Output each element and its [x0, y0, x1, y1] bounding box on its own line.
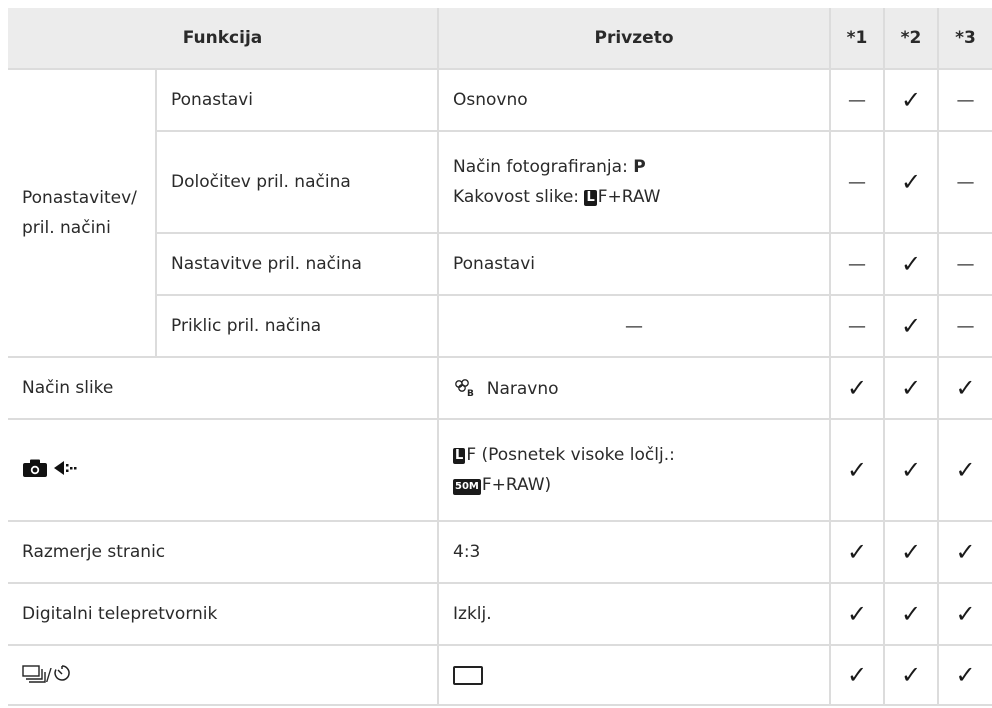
col3-mark: ✓ [937, 356, 992, 420]
col1-mark: ✓ [829, 356, 886, 420]
header-function: Funkcija [8, 8, 440, 70]
settings-table: Funkcija Privzeto *1 *2 *3 Ponastavitev/… [8, 8, 992, 706]
row-name: Razmerje stranic [8, 520, 440, 584]
row-default: LF (Posnetek visoke ločlj.: 50M F+RAW) [437, 418, 832, 522]
sequential-shooting-icon [22, 663, 46, 688]
header-default: Privzeto [437, 8, 832, 70]
group-label: Ponastavitev/ pril. načini [8, 68, 157, 358]
col3-mark: — [937, 294, 992, 358]
header-col3: *3 [937, 8, 992, 70]
col1-mark: ✓ [829, 520, 886, 584]
row-default: Način fotografiranja: P Kakovost slike: … [437, 130, 832, 234]
camera-icon [22, 458, 48, 483]
col3-mark: ✓ [937, 418, 992, 522]
row-default: — [437, 294, 832, 358]
high-res-50m-icon: 50M [453, 479, 481, 495]
table-row: Način slike B Naravno ✓ ✓ ✓ [8, 356, 992, 420]
col1-mark: — [829, 68, 886, 132]
row-name: Ponastavi [154, 68, 440, 132]
picture-mode-natural-icon: B [453, 378, 481, 399]
self-timer-icon [52, 663, 72, 688]
header-row: Funkcija Privzeto *1 *2 *3 [8, 8, 992, 70]
header-col2: *2 [883, 8, 940, 70]
svg-text:B: B [467, 389, 474, 397]
single-frame-icon [453, 665, 484, 685]
table-row: Določitev pril. načina Način fotografira… [8, 130, 992, 234]
row-default [437, 644, 832, 706]
row-default: Izklj. [437, 582, 832, 646]
row-name: Način slike [8, 356, 440, 420]
col2-mark: ✓ [883, 582, 940, 646]
col2-mark: ✓ [883, 520, 940, 584]
col3-mark: ✓ [937, 520, 992, 584]
col1-mark: — [829, 130, 886, 234]
table-row: Nastavitve pril. načina Ponastavi — ✓ — [8, 232, 992, 296]
col1-mark: ✓ [829, 582, 886, 646]
table-row: / ✓ ✓ ✓ [8, 644, 992, 706]
image-quality-icon [53, 458, 77, 483]
col1-mark: — [829, 232, 886, 296]
table-row: Ponastavitev/ pril. načini Ponastavi Osn… [8, 68, 992, 358]
col2-mark: ✓ [883, 68, 940, 132]
row-name: Digitalni telepretvornik [8, 582, 440, 646]
row-name: Priklic pril. načina [156, 294, 440, 358]
table-row: Razmerje stranic 4:3 ✓ ✓ ✓ [8, 520, 992, 584]
col2-mark: ✓ [883, 644, 940, 706]
p-mode-value: P [633, 157, 646, 177]
col3-mark: — [937, 68, 992, 132]
col1-mark: — [829, 294, 886, 358]
col2-mark: ✓ [883, 232, 940, 296]
table-row: Digitalni telepretvornik Izklj. ✓ ✓ ✓ [8, 582, 992, 646]
col1-mark: ✓ [829, 418, 886, 522]
col3-mark: ✓ [937, 582, 992, 646]
row-name: / [8, 644, 440, 706]
row-name [8, 418, 440, 522]
col3-mark: ✓ [937, 644, 992, 706]
row-default: B Naravno [437, 356, 832, 420]
col2-mark: ✓ [883, 294, 940, 358]
quality-l-icon: L [584, 190, 597, 206]
table-row: Priklic pril. načina — — ✓ — [8, 294, 992, 358]
quality-l-icon: L [453, 448, 466, 464]
row-name: Določitev pril. načina [156, 130, 440, 234]
col2-mark: ✓ [883, 130, 940, 234]
row-name: Nastavitve pril. načina [156, 232, 440, 296]
col1-mark: ✓ [829, 644, 886, 706]
col2-mark: ✓ [883, 418, 940, 522]
row-default: Osnovno [437, 68, 832, 132]
col2-mark: ✓ [883, 356, 940, 420]
row-default: 4:3 [437, 520, 832, 584]
header-col1: *1 [829, 8, 886, 70]
table-row: LF (Posnetek visoke ločlj.: 50M F+RAW) ✓ … [8, 418, 992, 522]
col3-mark: — [937, 232, 992, 296]
col3-mark: — [937, 130, 992, 234]
row-default: Ponastavi [437, 232, 832, 296]
